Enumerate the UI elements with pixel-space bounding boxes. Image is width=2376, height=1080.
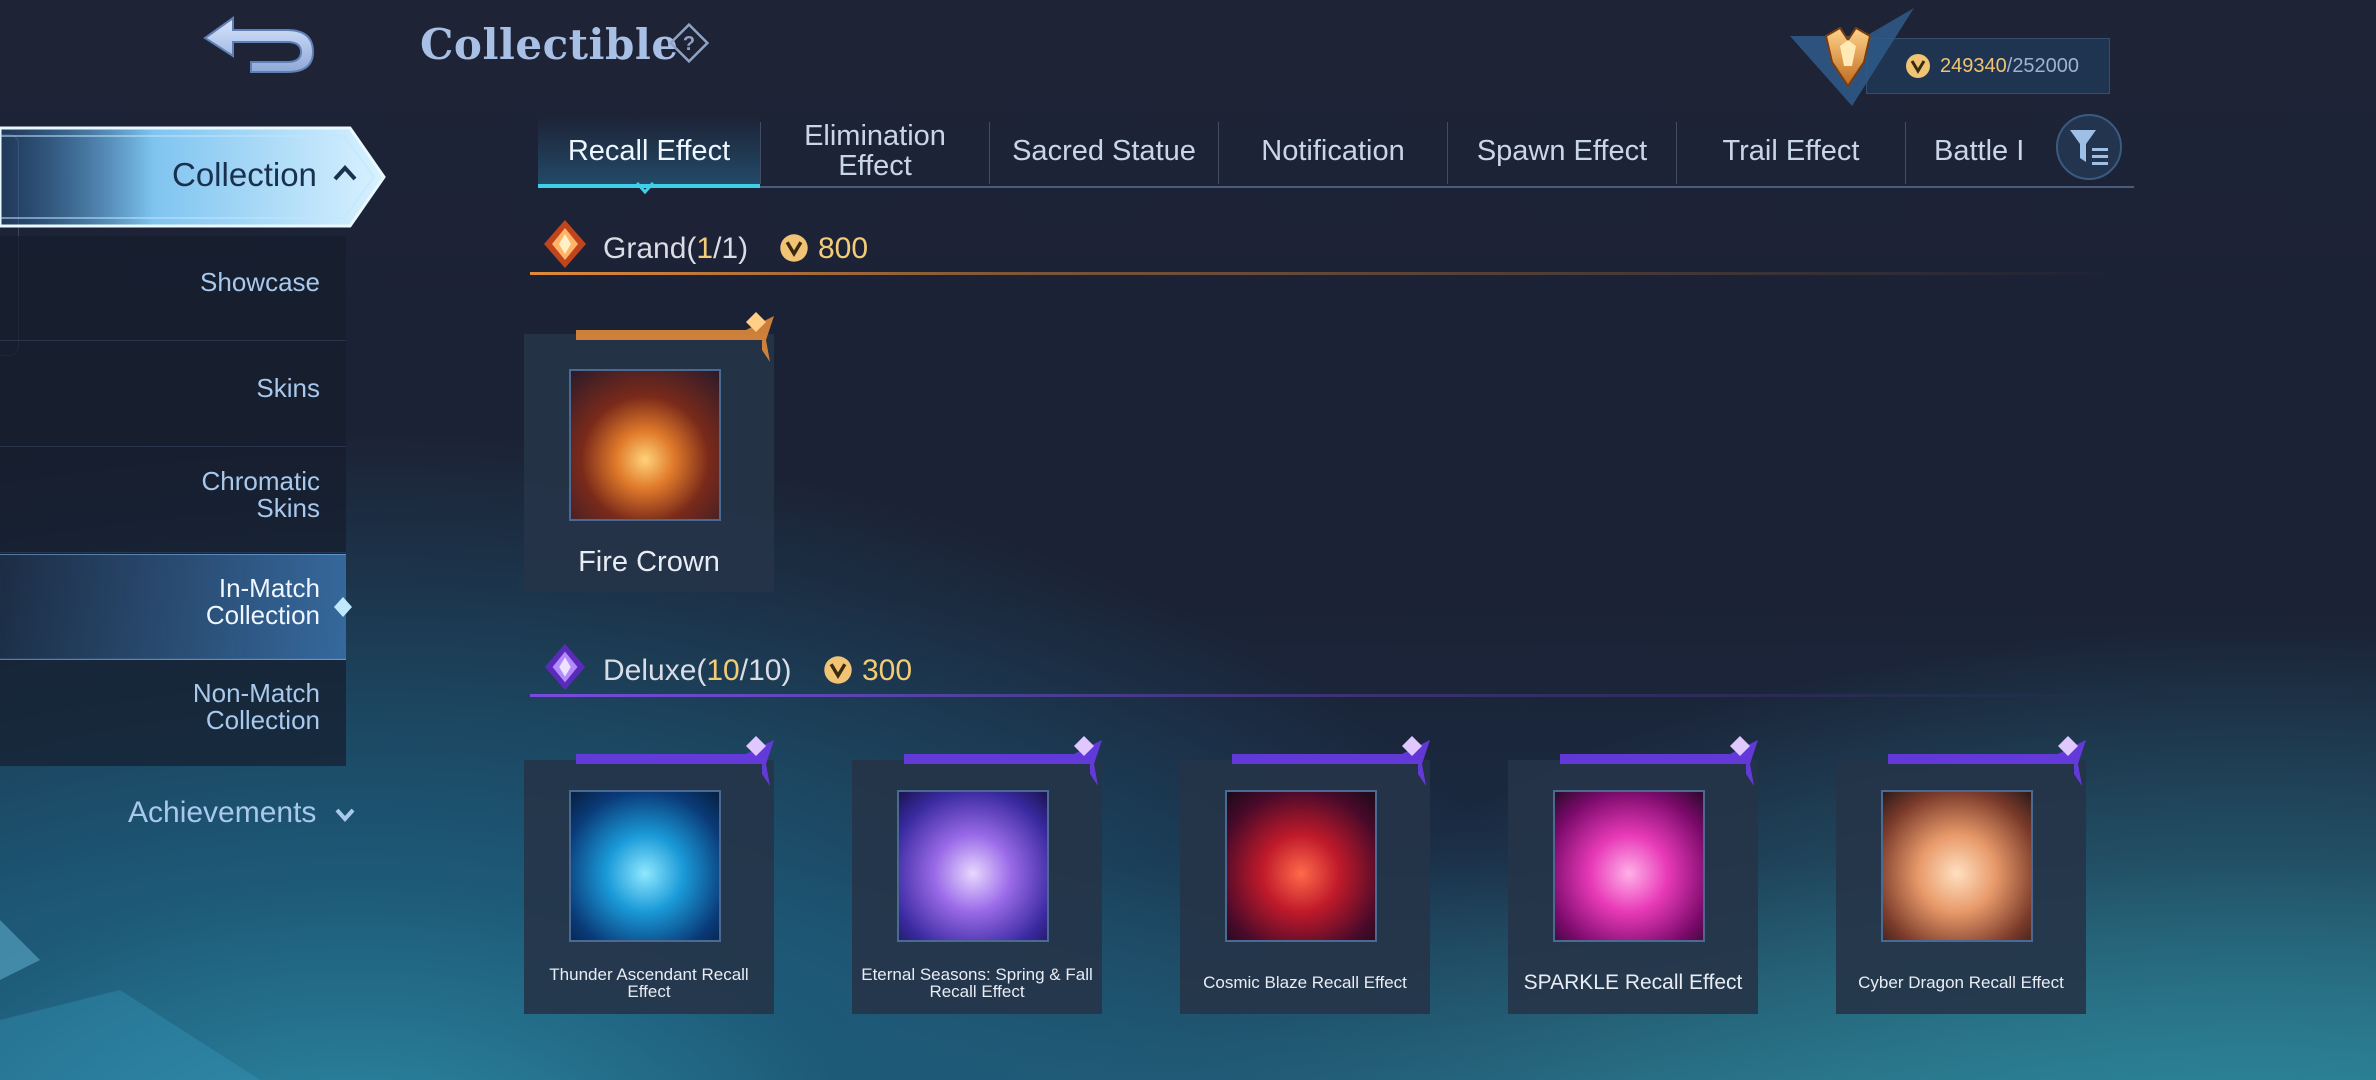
sidebar-item-label: Showcase bbox=[200, 267, 320, 297]
help-icon: ? bbox=[668, 22, 710, 64]
deluxe-tier-icon bbox=[540, 642, 590, 697]
sidebar-item-showcase[interactable]: Showcase bbox=[0, 269, 346, 296]
collectible-name: SPARKLE Recall Effect bbox=[1523, 971, 1743, 994]
coin-icon bbox=[778, 232, 810, 269]
rank-emblem-icon bbox=[1786, 6, 1916, 110]
tab-active-marker-icon bbox=[635, 180, 655, 195]
collectible-thumbnail bbox=[569, 790, 721, 942]
grand-section-title: Grand(1/1) bbox=[603, 232, 749, 265]
tab-notification[interactable]: Notification bbox=[1219, 116, 1447, 186]
tab-sacred-statue[interactable]: Sacred Statue bbox=[990, 116, 1218, 186]
sidebar-item-label: Skins bbox=[256, 373, 320, 403]
tab-label: Battle I bbox=[1934, 135, 2025, 167]
currency-current: 249340 bbox=[1940, 55, 2007, 77]
chevron-down-icon bbox=[334, 806, 356, 824]
deluxe-ribbon-icon bbox=[904, 736, 1102, 786]
sidebar-item-label: Collection bbox=[205, 600, 320, 630]
deluxe-price: 300 bbox=[862, 654, 913, 687]
sidebar: Showcase Skins Chromatic Skins Non-Match C… bbox=[0, 236, 346, 766]
help-button[interactable]: ? bbox=[668, 22, 710, 64]
collectible-card[interactable]: Eternal Seasons: Spring & Fall Recall Eff… bbox=[852, 760, 1102, 1014]
collectible-thumbnail bbox=[1225, 790, 1377, 942]
sidebar-item-label: Collection bbox=[205, 705, 320, 735]
coin-icon bbox=[822, 654, 854, 691]
divider bbox=[0, 446, 346, 447]
tab-underline bbox=[538, 186, 2134, 188]
tab-label: Spawn Effect bbox=[1476, 135, 1648, 167]
currency-readout: 249340/252000 bbox=[1940, 52, 2079, 80]
grand-tier-icon bbox=[540, 218, 590, 275]
tab-trail-effect[interactable]: Trail Effect bbox=[1677, 116, 1905, 186]
tab-label: Trail Effect bbox=[1722, 135, 1860, 167]
back-arrow-icon bbox=[203, 16, 315, 73]
tab-label: Notification bbox=[1261, 135, 1405, 167]
deluxe-ribbon-icon bbox=[1888, 736, 2086, 786]
deluxe-ribbon-icon bbox=[1232, 736, 1430, 786]
deluxe-ribbon-icon bbox=[576, 736, 774, 786]
sidebar-achievements[interactable]: Achievements bbox=[128, 796, 316, 830]
filter-button[interactable] bbox=[2054, 112, 2124, 182]
grand-ribbon-icon bbox=[576, 312, 774, 362]
tab-battle[interactable]: Battle I bbox=[1906, 116, 2046, 186]
collectible-name: Thunder Ascendant Recall Effect bbox=[549, 965, 749, 1001]
divider bbox=[0, 340, 346, 341]
collectible-card[interactable]: Thunder Ascendant Recall Effect bbox=[524, 760, 774, 1014]
collectible-card[interactable]: SPARKLE Recall Effect bbox=[1508, 760, 1758, 1014]
divider bbox=[0, 552, 346, 553]
collectible-name: Cyber Dragon Recall Effect bbox=[1858, 973, 2064, 992]
sidebar-item-label: Chromatic bbox=[201, 466, 320, 496]
sidebar-item-in-match-collection[interactable]: In-Match Collection bbox=[0, 554, 352, 660]
collectible-name: Eternal Seasons: Spring & Fall Recall Eff… bbox=[861, 965, 1093, 1001]
help-symbol: ? bbox=[683, 33, 695, 55]
sidebar-item-label: In-Match bbox=[218, 573, 320, 603]
deluxe-section-title: Deluxe(10/10) bbox=[603, 654, 792, 687]
collectible-card[interactable]: Fire Crown bbox=[524, 334, 774, 592]
page-title: Collectible bbox=[420, 20, 679, 69]
tab-label: Sacred Statue bbox=[1012, 135, 1196, 167]
collectible-name: Fire Crown bbox=[578, 546, 720, 578]
filter-icon bbox=[2056, 114, 2122, 180]
sidebar-item-skins[interactable]: Skins bbox=[0, 375, 346, 402]
tab-spawn-effect[interactable]: Spawn Effect bbox=[1448, 116, 1676, 186]
collectible-thumbnail bbox=[1881, 790, 2033, 942]
category-tabs: Recall Effect Elimination Effect Sacred S… bbox=[538, 116, 2134, 188]
sidebar-item-chromatic-skins[interactable]: Chromatic Skins bbox=[0, 468, 346, 522]
collectible-card[interactable]: Cosmic Blaze Recall Effect bbox=[1180, 760, 1430, 1014]
sidebar-item-label: Non-Match bbox=[192, 678, 320, 708]
collectible-name: Cosmic Blaze Recall Effect bbox=[1203, 973, 1407, 992]
sidebar-collection-label: Collection bbox=[172, 156, 317, 193]
sidebar-item-label: Skins bbox=[256, 493, 320, 523]
deluxe-section-divider bbox=[530, 694, 2110, 697]
active-indicator-icon bbox=[334, 597, 352, 617]
background-decoration bbox=[0, 920, 260, 1080]
grand-price: 800 bbox=[818, 232, 869, 265]
deluxe-ribbon-icon bbox=[1560, 736, 1758, 786]
tab-elimination-effect[interactable]: Elimination Effect bbox=[761, 116, 989, 186]
collectible-thumbnail bbox=[569, 369, 721, 521]
tab-label: Effect bbox=[838, 150, 912, 182]
grand-section-divider bbox=[530, 272, 2110, 275]
currency-max: 252000 bbox=[2012, 55, 2080, 77]
tab-label: Recall Effect bbox=[567, 135, 731, 167]
sidebar-item-non-match-collection[interactable]: Non-Match Collection bbox=[0, 680, 346, 734]
chevron-up-icon bbox=[332, 163, 358, 183]
collectible-thumbnail bbox=[897, 790, 1049, 942]
tab-recall-effect[interactable]: Recall Effect bbox=[538, 116, 760, 186]
back-button[interactable] bbox=[195, 12, 325, 82]
collectible-card[interactable]: Cyber Dragon Recall Effect bbox=[1836, 760, 2086, 1014]
tab-label: Elimination bbox=[804, 120, 946, 152]
collectible-thumbnail bbox=[1553, 790, 1705, 942]
